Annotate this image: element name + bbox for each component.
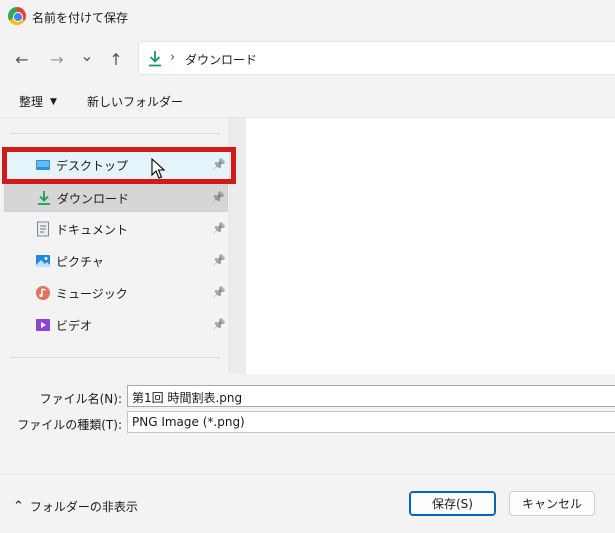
chrome-icon [8, 7, 26, 25]
sidebar-item-videos[interactable]: ビデオ 📌 [4, 310, 228, 340]
desktop-icon [36, 160, 50, 170]
pictures-icon [36, 255, 50, 267]
forward-button[interactable]: → [46, 48, 68, 70]
pin-icon[interactable]: 📌 [212, 286, 226, 300]
window-title: 名前を付けて保存 [32, 11, 129, 25]
save-form: ファイル名(N): 第1回 時間割表.png ファイルの種類(T): PNG I… [0, 374, 615, 474]
filetype-label: ファイルの種類(T): [17, 418, 122, 432]
caret-down-icon: ▼ [50, 96, 57, 107]
file-list-area[interactable] [246, 118, 615, 374]
video-icon [36, 319, 50, 331]
divider [10, 357, 220, 358]
pin-icon[interactable]: 📌 [212, 158, 226, 172]
sidebar-item-label: ダウンロード [57, 192, 130, 206]
chevron-down-icon: ⌄ [80, 45, 94, 65]
filetype-select[interactable]: PNG Image (*.png) [127, 411, 615, 433]
organize-button[interactable]: 整理 ▼ [19, 93, 57, 110]
organize-label: 整理 [19, 95, 44, 109]
breadcrumb-current[interactable]: ダウンロード [185, 51, 257, 68]
recent-locations-button[interactable]: ⌄ [76, 44, 98, 66]
arrow-right-icon: → [50, 49, 64, 69]
sidebar-scrollbar[interactable] [229, 118, 246, 374]
save-button[interactable]: 保存(S) [409, 491, 496, 516]
chevron-up-icon: ⌃ [13, 499, 24, 514]
command-toolbar: 整理 ▼ 新しいフォルダー [0, 84, 615, 118]
back-button[interactable]: ← [11, 48, 33, 70]
mouse-cursor-icon [151, 158, 166, 179]
pin-icon[interactable]: 📌 [212, 318, 226, 332]
dialog-footer: ⌃ フォルダーの非表示 保存(S) キャンセル [0, 474, 615, 533]
document-icon [37, 221, 49, 237]
pin-icon[interactable]: 📌 [211, 191, 225, 205]
filename-label: ファイル名(N): [39, 392, 122, 406]
hide-folders-label: フォルダーの非表示 [29, 500, 138, 514]
cancel-button[interactable]: キャンセル [509, 491, 595, 516]
sidebar-item-label: ピクチャ [56, 255, 104, 269]
sidebar-item-desktop[interactable]: デスクトップ 📌 [4, 150, 228, 180]
up-button[interactable]: ↑ [105, 48, 127, 70]
music-icon [36, 286, 50, 300]
divider [10, 133, 220, 134]
address-bar[interactable]: › ダウンロード [138, 41, 615, 75]
title-bar: 名前を付けて保存 [0, 0, 615, 32]
pin-icon[interactable]: 📌 [212, 222, 226, 236]
sidebar-item-label: デスクトップ [56, 159, 129, 173]
sidebar-item-label: ミュージック [56, 287, 128, 301]
sidebar-item-pictures[interactable]: ピクチャ 📌 [4, 246, 228, 276]
sidebar-item-label: ドキュメント [56, 223, 129, 237]
pin-icon[interactable]: 📌 [212, 254, 226, 268]
filename-input[interactable]: 第1回 時間割表.png [127, 385, 615, 407]
breadcrumb-separator-icon: › [170, 50, 176, 65]
sidebar-item-music[interactable]: ミュージック 📌 [4, 278, 228, 308]
navigation-bar: ← → ⌄ ↑ › ダウンロード [0, 32, 615, 84]
download-icon [149, 51, 161, 67]
hide-folders-button[interactable]: ⌃ フォルダーの非表示 [13, 498, 138, 515]
sidebar-item-label: ビデオ [56, 319, 93, 333]
arrow-up-icon: ↑ [109, 49, 123, 69]
arrow-left-icon: ← [15, 49, 29, 69]
navigation-pane: デスクトップ 📌 ダウンロード 📌 ドキュメント 📌 ピクチャ 📌 ミュージック… [0, 118, 246, 374]
new-folder-button[interactable]: 新しいフォルダー [87, 93, 183, 110]
sidebar-item-documents[interactable]: ドキュメント 📌 [4, 214, 228, 244]
download-icon [38, 191, 50, 205]
sidebar-item-downloads[interactable]: ダウンロード 📌 [4, 182, 228, 212]
